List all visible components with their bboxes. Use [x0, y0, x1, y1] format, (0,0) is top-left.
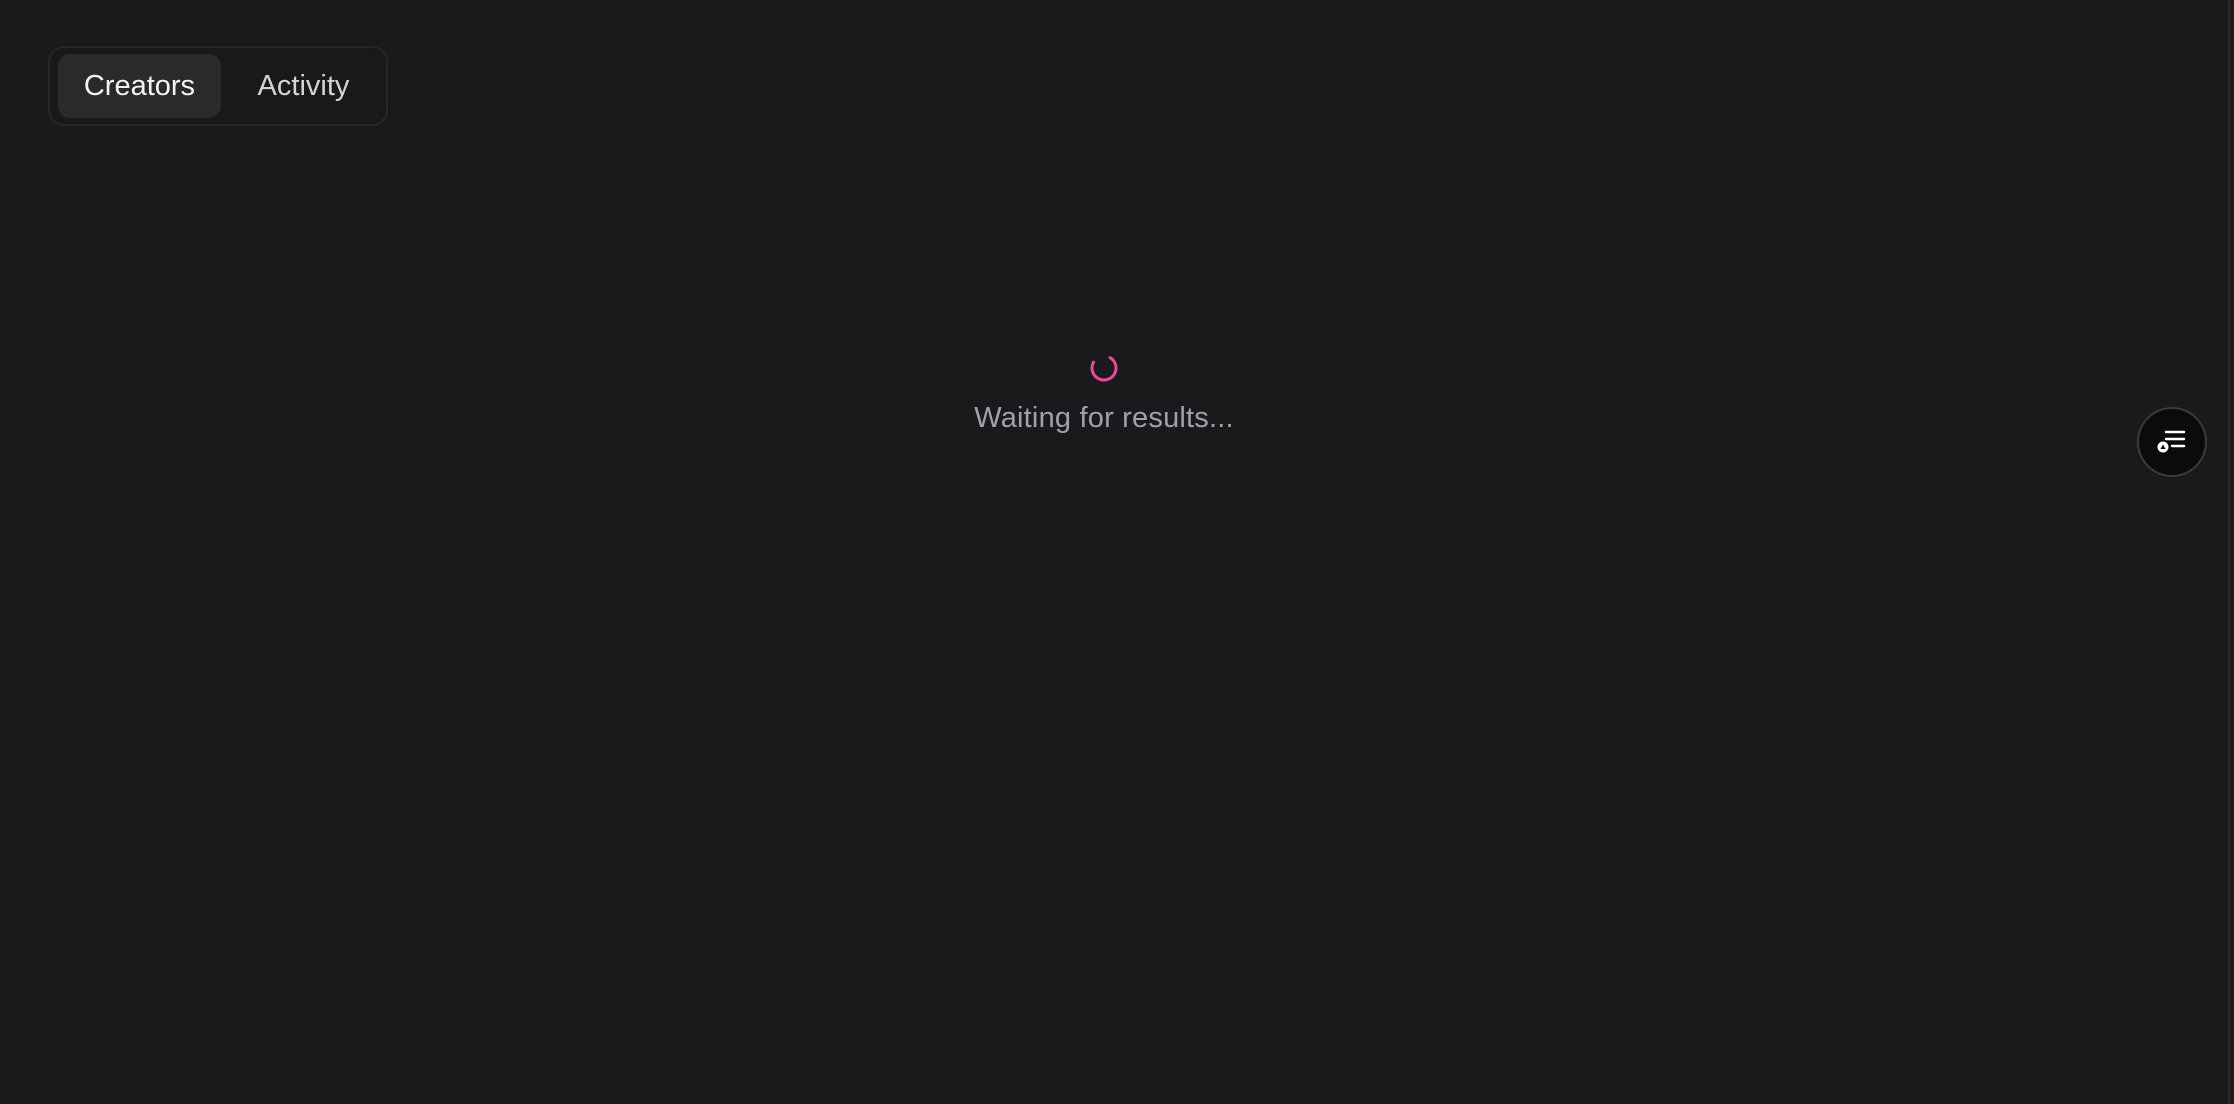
loading-text: Waiting for results... [974, 402, 1234, 434]
window-right-edge [2228, 0, 2234, 1104]
loading-spinner-icon [1090, 354, 1118, 382]
floating-menu-button[interactable] [2137, 407, 2207, 477]
tab-activity[interactable]: Activity [229, 54, 378, 118]
tab-bar: Creators Activity [48, 46, 388, 126]
list-filter-icon [2157, 430, 2186, 453]
tab-creators[interactable]: Creators [58, 54, 221, 118]
loading-state: Waiting for results... [904, 352, 1304, 435]
page: Creators Activity Waiting for results... [0, 0, 2234, 1104]
